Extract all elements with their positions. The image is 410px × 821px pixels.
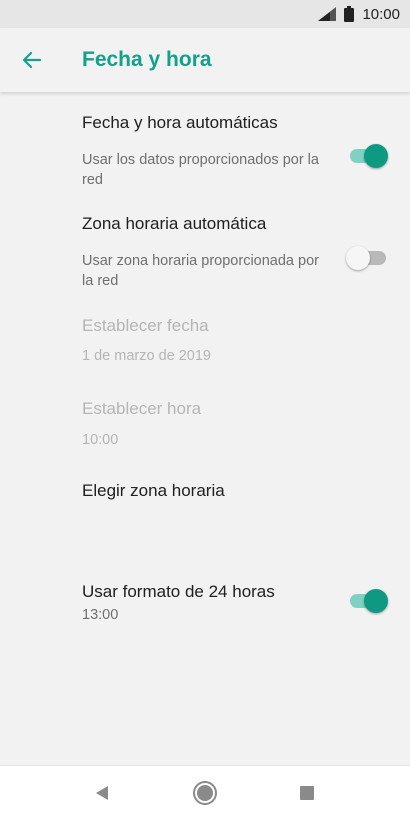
setting-title: Elegir zona horaria [82, 481, 225, 500]
setting-title: Fecha y hora automáticas [82, 113, 278, 132]
setting-set-date: Establecer fecha 1 de marzo de 2019 [0, 310, 410, 380]
nav-home-button[interactable] [192, 780, 218, 806]
auto-date-time-switch[interactable] [350, 143, 388, 169]
setting-title: Zona horaria automática [82, 214, 267, 233]
home-circle-icon [193, 781, 217, 805]
status-time: 10:00 [362, 5, 400, 23]
navigation-bar [0, 765, 410, 821]
battery-icon [344, 6, 355, 22]
page-title: Fecha y hora [82, 48, 212, 71]
24-hour-format-switch[interactable] [350, 588, 388, 614]
back-button[interactable] [16, 44, 48, 76]
setting-choose-timezone[interactable]: Elegir zona horaria [0, 477, 410, 537]
switch-thumb [364, 144, 388, 168]
setting-subtitle: Usar los datos proporcionados por la red [82, 152, 319, 188]
setting-subtitle: Usar zona horaria proporcionada por la r… [82, 253, 319, 289]
switch-thumb [346, 246, 370, 270]
setting-subtitle: 13:00 [82, 607, 119, 623]
back-triangle-icon [96, 786, 108, 800]
setting-auto-timezone[interactable]: Zona horaria automática Usar zona horari… [0, 208, 410, 298]
signal-icon [318, 7, 337, 21]
switch-thumb [364, 589, 388, 613]
status-bar: 10:00 [0, 0, 410, 28]
nav-back-button[interactable] [89, 780, 115, 806]
nav-recents-button[interactable] [294, 780, 320, 806]
setting-subtitle: 10:00 [82, 432, 119, 448]
setting-title: Usar formato de 24 horas [82, 582, 275, 601]
app-bar: Fecha y hora [0, 28, 410, 92]
setting-subtitle: 1 de marzo de 2019 [82, 348, 211, 364]
setting-24-hour-format[interactable]: Usar formato de 24 horas 13:00 [0, 576, 410, 646]
setting-title: Establecer fecha [82, 316, 209, 335]
arrow-left-icon [22, 51, 42, 69]
setting-title: Establecer hora [82, 399, 202, 418]
status-icons: 10:00 [318, 0, 400, 28]
setting-set-time: Establecer hora 10:00 [0, 393, 410, 463]
auto-timezone-switch[interactable] [346, 245, 388, 271]
recents-square-icon [300, 786, 314, 800]
setting-auto-date-time[interactable]: Fecha y hora automáticas Usar los datos … [0, 106, 410, 196]
